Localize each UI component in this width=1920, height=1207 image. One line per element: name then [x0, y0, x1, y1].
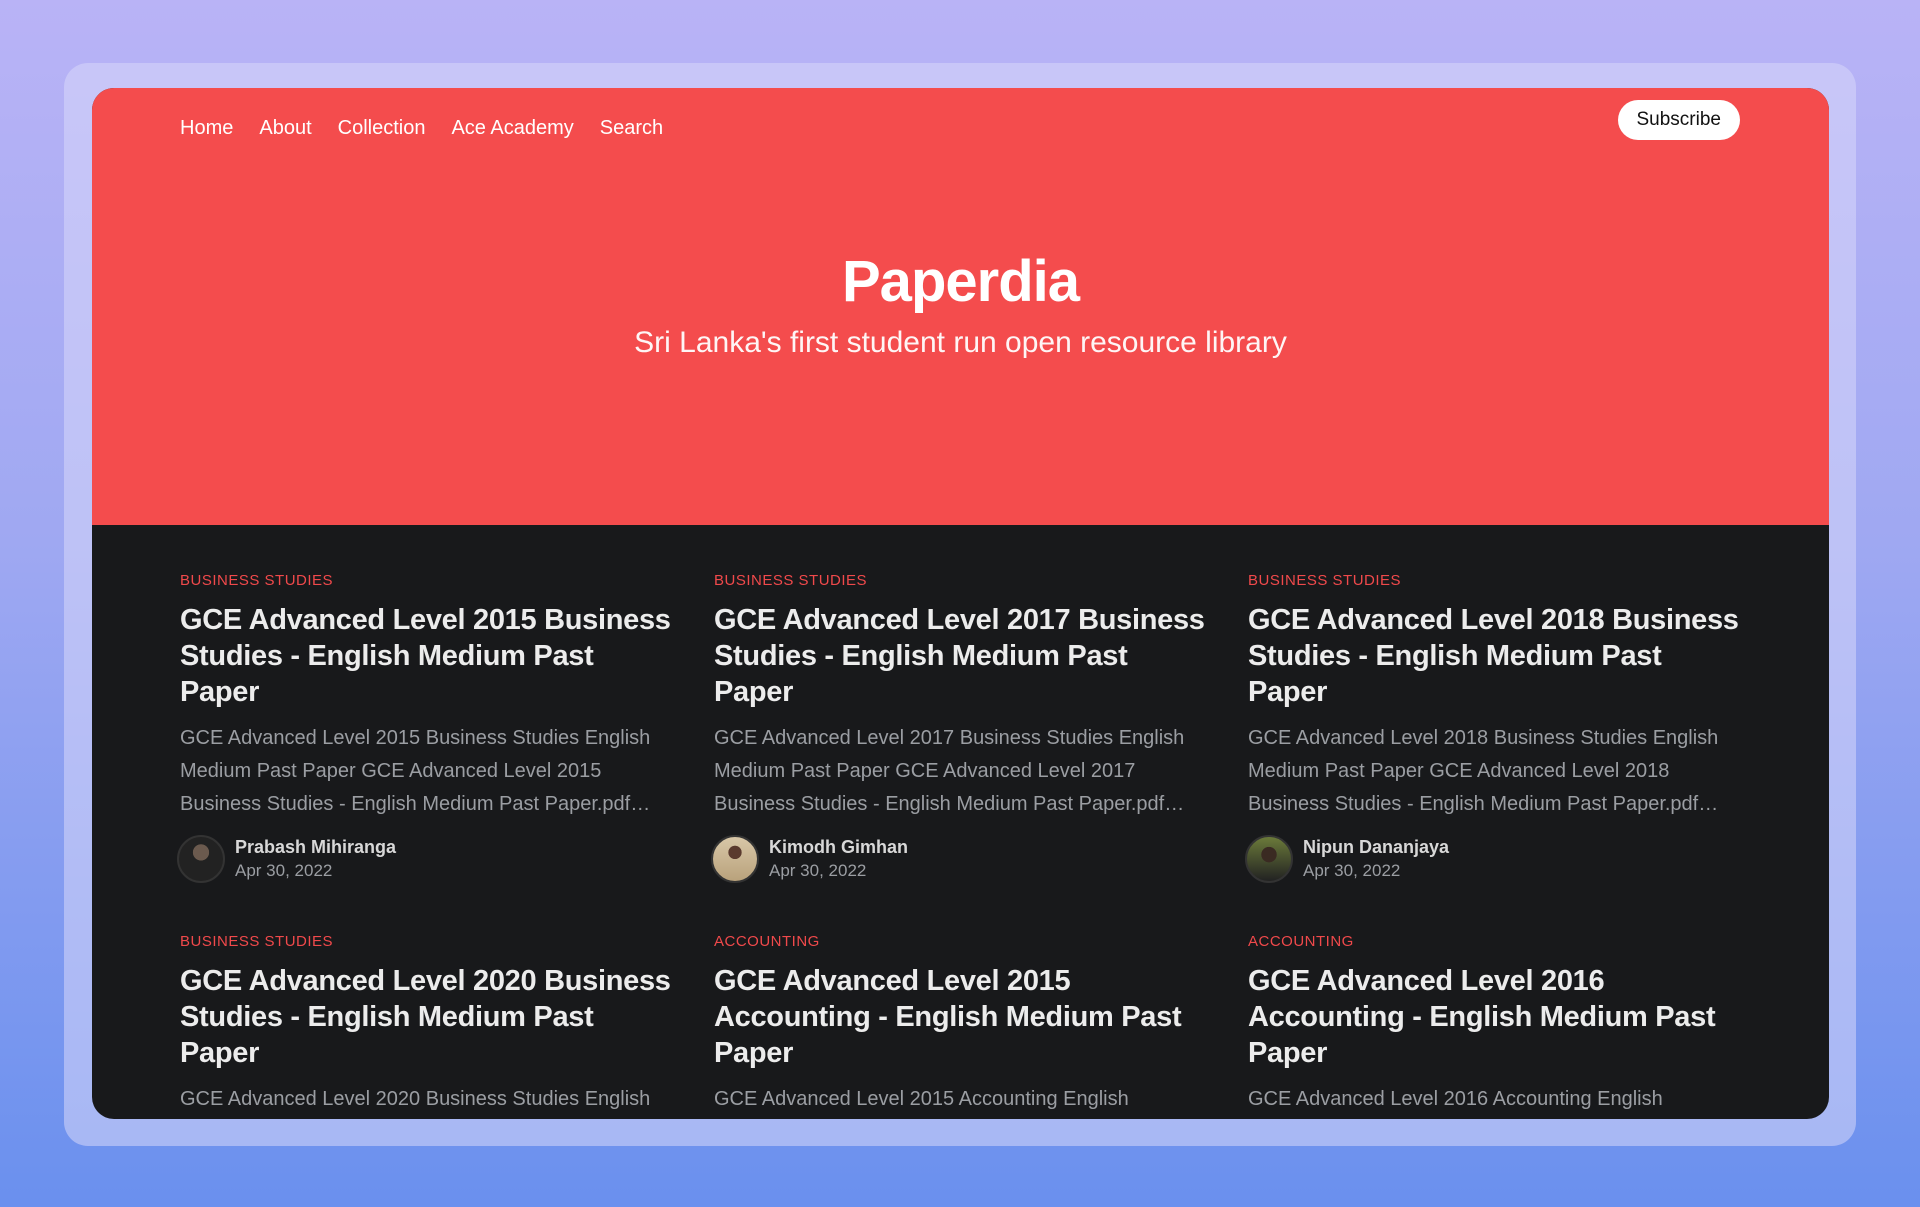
post-title[interactable]: GCE Advanced Level 2018 Business Studies…: [1248, 602, 1748, 710]
post-excerpt: GCE Advanced Level 2016 Accounting Engli…: [1248, 1088, 1663, 1110]
post-card[interactable]: BUSINESS STUDIES GCE Advanced Level 2015…: [177, 572, 680, 883]
post-category[interactable]: BUSINESS STUDIES: [1248, 572, 1748, 592]
post-category[interactable]: ACCOUNTING: [1248, 933, 1748, 953]
post-excerpt: GCE Advanced Level 2015 Accounting Engli…: [714, 1088, 1129, 1110]
post-title[interactable]: GCE Advanced Level 2016 Accounting - Eng…: [1248, 963, 1748, 1071]
author-name[interactable]: Nipun Dananjaya: [1303, 837, 1449, 858]
post-category[interactable]: BUSINESS STUDIES: [714, 572, 1214, 592]
post-title[interactable]: GCE Advanced Level 2015 Accounting - Eng…: [714, 963, 1214, 1071]
avatar[interactable]: [1245, 835, 1293, 883]
post-card[interactable]: ACCOUNTING GCE Advanced Level 2015 Accou…: [714, 933, 1214, 1119]
nav-ace-academy[interactable]: Ace Academy: [451, 106, 573, 150]
hero-header: Home About Collection Ace Academy Search…: [92, 88, 1829, 525]
post-excerpt: GCE Advanced Level 2018 Business Studies…: [1248, 727, 1719, 815]
post-card[interactable]: BUSINESS STUDIES GCE Advanced Level 2018…: [1245, 572, 1748, 883]
nav-collection[interactable]: Collection: [338, 106, 426, 150]
post-excerpt: GCE Advanced Level 2015 Business Studies…: [180, 727, 651, 815]
post-excerpt: GCE Advanced Level 2020 Business Studies…: [180, 1088, 651, 1110]
post-card[interactable]: ACCOUNTING GCE Advanced Level 2016 Accou…: [1248, 933, 1748, 1119]
site-subtitle: Sri Lanka's first student run open resou…: [634, 326, 1287, 359]
post-category[interactable]: ACCOUNTING: [714, 933, 1214, 953]
avatar[interactable]: [177, 835, 225, 883]
nav-search[interactable]: Search: [600, 106, 663, 150]
website: Home About Collection Ace Academy Search…: [92, 88, 1829, 1119]
site-title: Paperdia: [842, 249, 1080, 314]
author-name[interactable]: Prabash Mihiranga: [235, 837, 396, 858]
post-date: Apr 30, 2022: [769, 861, 867, 880]
post-grid: BUSINESS STUDIES GCE Advanced Level 2015…: [177, 572, 1740, 1119]
post-date: Apr 30, 2022: [235, 861, 333, 880]
post-author: Prabash Mihiranga Apr 30, 2022: [177, 835, 680, 883]
post-title[interactable]: GCE Advanced Level 2020 Business Studies…: [180, 963, 680, 1071]
subscribe-button[interactable]: Subscribe: [1617, 100, 1740, 140]
post-card[interactable]: BUSINESS STUDIES GCE Advanced Level 2017…: [711, 572, 1214, 883]
main-nav: Home About Collection Ace Academy Search: [180, 106, 663, 150]
post-category[interactable]: BUSINESS STUDIES: [180, 933, 680, 953]
nav-home[interactable]: Home: [180, 106, 233, 150]
nav-about[interactable]: About: [259, 106, 311, 150]
post-title[interactable]: GCE Advanced Level 2017 Business Studies…: [714, 602, 1214, 710]
post-author: Nipun Dananjaya Apr 30, 2022: [1245, 835, 1748, 883]
author-name[interactable]: Kimodh Gimhan: [769, 837, 908, 858]
post-excerpt: GCE Advanced Level 2017 Business Studies…: [714, 727, 1185, 815]
post-date: Apr 30, 2022: [1303, 861, 1401, 880]
post-card[interactable]: BUSINESS STUDIES GCE Advanced Level 2020…: [180, 933, 680, 1119]
avatar[interactable]: [711, 835, 759, 883]
post-author: Kimodh Gimhan Apr 30, 2022: [711, 835, 1214, 883]
post-title[interactable]: GCE Advanced Level 2015 Business Studies…: [180, 602, 680, 710]
post-category[interactable]: BUSINESS STUDIES: [180, 572, 680, 592]
